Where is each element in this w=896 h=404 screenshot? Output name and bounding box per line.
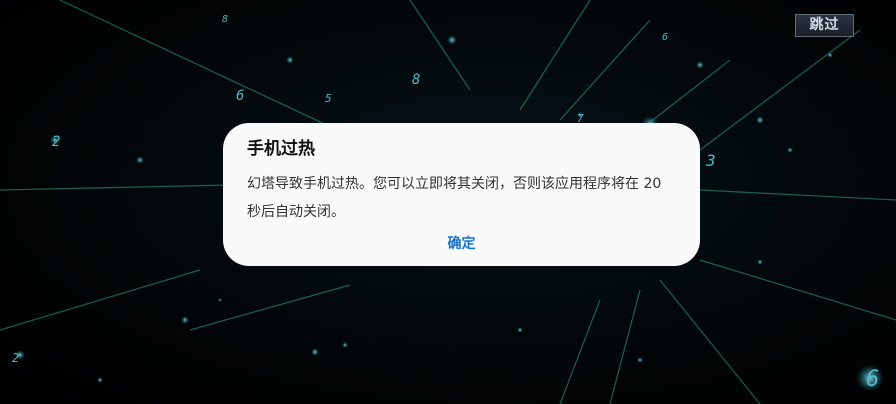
- digit-9: 6: [662, 32, 668, 43]
- dialog-title: 手机过热: [247, 139, 315, 159]
- digit-0: 8: [412, 72, 420, 88]
- digit-3: 2: [52, 134, 60, 150]
- digit-2: 5: [325, 92, 332, 105]
- digit-6: 6: [866, 367, 879, 392]
- confirm-button[interactable]: 确定: [223, 234, 700, 254]
- digit-7: 2: [12, 351, 19, 365]
- skip-button[interactable]: 跳过: [795, 14, 854, 37]
- overheat-dialog: 手机过热 幻塔导致手机过热。您可以立即将其关闭，否则该应用程序将在 20 秒后自…: [223, 123, 700, 266]
- game-screen: 8 6 5 2 7 3 6 2 8 6 跳过 手机过热 幻塔导致手机过热。您可以…: [0, 0, 896, 404]
- digit-1: 6: [236, 88, 244, 104]
- digit-5: 3: [705, 151, 716, 170]
- dialog-message: 幻塔导致手机过热。您可以立即将其关闭，否则该应用程序将在 20 秒后自动关闭。: [247, 176, 662, 220]
- digit-8: 8: [222, 14, 228, 25]
